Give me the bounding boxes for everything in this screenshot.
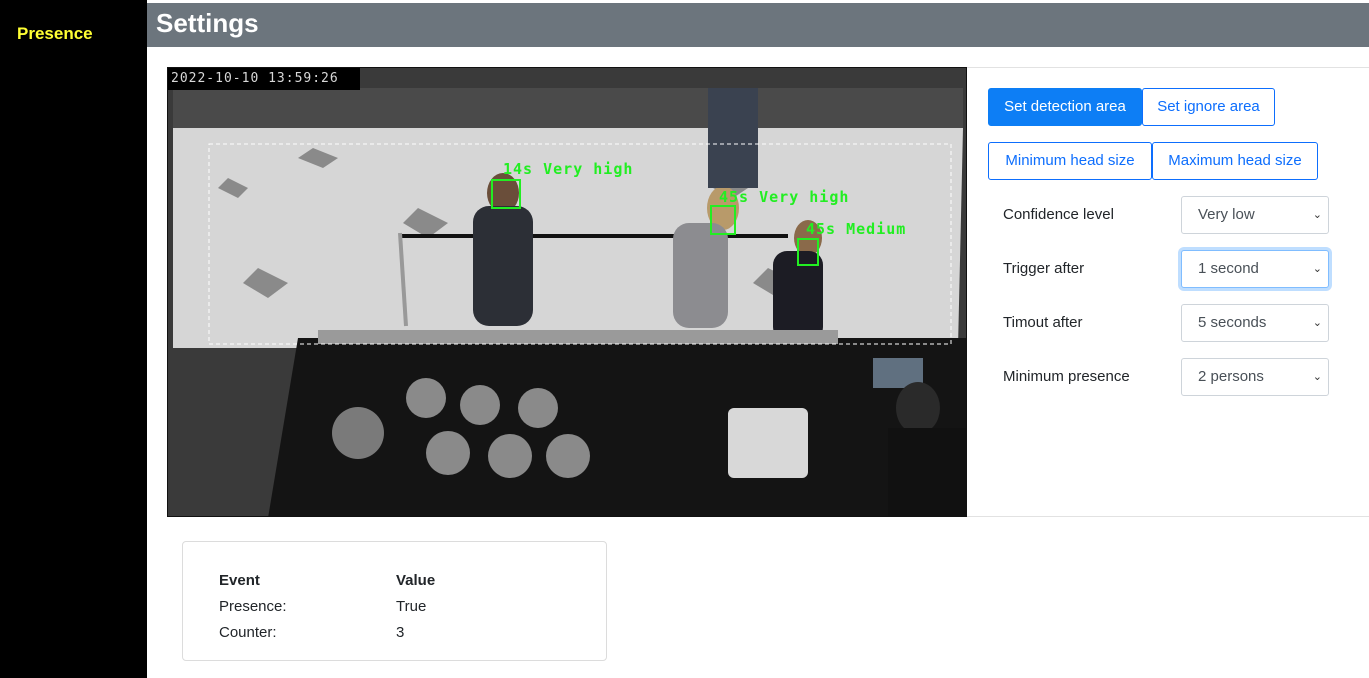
event-value: 3 <box>396 623 405 641</box>
chevron-down-icon: ⌄ <box>1312 371 1322 383</box>
minimum-presence-select[interactable]: 2 persons ⌄ <box>1181 358 1329 396</box>
chevron-down-icon: ⌄ <box>1312 317 1322 329</box>
confidence-level-value: Very low <box>1198 206 1255 223</box>
page-header: Settings <box>147 3 1369 47</box>
event-name: Counter: <box>219 623 277 641</box>
events-card: Event Value Presence: True Counter: 3 <box>182 541 607 661</box>
detection-label: 45s Medium <box>806 220 907 238</box>
chevron-down-icon: ⌄ <box>1312 263 1322 275</box>
timeout-after-row: Timout after 5 seconds ⌄ <box>988 304 1348 342</box>
video-timestamp: 2022-10-10 13:59:26 <box>168 68 360 90</box>
camera-scene <box>168 68 966 516</box>
confidence-level-row: Confidence level Very low ⌄ <box>988 196 1348 234</box>
page-title: Settings <box>156 8 259 38</box>
head-detection-box <box>797 238 819 266</box>
app-brand[interactable]: Presence <box>17 24 93 44</box>
minimum-presence-value: 2 persons <box>1198 368 1264 385</box>
maximum-head-size-button[interactable]: Maximum head size <box>1152 142 1318 180</box>
trigger-after-row: Trigger after 1 second ⌄ <box>988 250 1348 288</box>
confidence-level-select[interactable]: Very low ⌄ <box>1181 196 1329 234</box>
timeout-after-label: Timout after <box>1003 314 1083 331</box>
chevron-down-icon: ⌄ <box>1312 209 1322 221</box>
head-detection-box <box>710 205 736 235</box>
confidence-level-label: Confidence level <box>1003 206 1114 223</box>
minimum-presence-row: Minimum presence 2 persons ⌄ <box>988 358 1348 396</box>
event-name: Presence: <box>219 597 287 615</box>
table-row: Counter: 3 <box>219 619 435 645</box>
trigger-after-value: 1 second <box>1198 260 1259 277</box>
divider <box>967 67 1369 68</box>
set-ignore-area-button[interactable]: Set ignore area <box>1142 88 1275 126</box>
head-detection-box <box>491 179 521 209</box>
trigger-after-select[interactable]: 1 second ⌄ <box>1181 250 1329 288</box>
table-row: Presence: True <box>219 593 435 619</box>
event-value: True <box>396 597 427 615</box>
minimum-presence-label: Minimum presence <box>1003 368 1130 385</box>
divider <box>967 516 1369 517</box>
detection-label: 45s Very high <box>719 188 850 206</box>
set-detection-area-button[interactable]: Set detection area <box>988 88 1142 126</box>
timeout-after-value: 5 seconds <box>1198 314 1267 331</box>
column-header-event: Event <box>219 571 260 589</box>
sidebar: Presence <box>0 0 147 678</box>
events-table: Event Value Presence: True Counter: 3 <box>219 567 435 645</box>
trigger-after-label: Trigger after <box>1003 260 1085 277</box>
timeout-after-select[interactable]: 5 seconds ⌄ <box>1181 304 1329 342</box>
camera-feed[interactable]: 2022-10-10 13:59:26 14s Very high 45s Ve… <box>167 67 967 517</box>
detection-label: 14s Very high <box>503 160 634 178</box>
column-header-value: Value <box>396 571 436 589</box>
table-header-row: Event Value <box>219 567 435 593</box>
minimum-head-size-button[interactable]: Minimum head size <box>988 142 1152 180</box>
